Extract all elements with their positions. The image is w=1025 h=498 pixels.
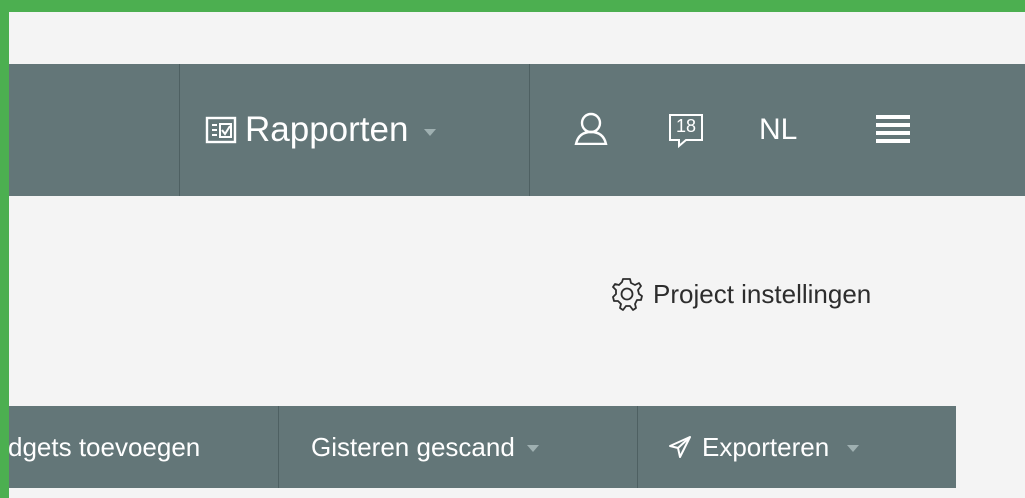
date-filter-dropdown[interactable]: Gisteren gescand [279, 406, 638, 488]
project-settings-link[interactable]: Project instellingen [609, 276, 871, 312]
export-label: Exporteren [702, 431, 830, 462]
dashboard-toolbar: dgets toevoegen Gisteren gescand Exporte… [9, 406, 956, 488]
user-profile-button[interactable] [569, 64, 613, 196]
calendar-icon: 18 [668, 112, 704, 148]
add-widgets-button[interactable]: dgets toevoegen [9, 406, 279, 488]
top-navigation-bar: Rapporten 18 NL [9, 64, 1025, 196]
calendar-button[interactable]: 18 [666, 64, 706, 196]
reports-menu-label: Rapporten [245, 110, 409, 149]
nav-divider [179, 64, 180, 196]
reports-menu[interactable]: Rapporten [205, 64, 437, 196]
language-selector[interactable]: NL [759, 64, 797, 196]
add-widgets-label: dgets toevoegen [9, 431, 201, 462]
gear-icon [609, 276, 645, 312]
paper-plane-icon [668, 435, 692, 459]
nav-divider [529, 64, 530, 196]
app-canvas: Rapporten 18 NL Project instellingen dge… [9, 12, 1025, 498]
date-filter-label: Gisteren gescand [311, 431, 515, 462]
hamburger-menu-icon [876, 113, 910, 148]
user-icon [573, 111, 609, 150]
chevron-down-icon [424, 128, 437, 136]
calendar-day-number: 18 [675, 116, 697, 136]
language-label: NL [759, 113, 798, 146]
main-menu-button[interactable] [875, 64, 911, 196]
chevron-down-icon [526, 445, 539, 452]
export-dropdown[interactable]: Exporteren [638, 406, 956, 488]
report-icon [205, 116, 237, 144]
project-settings-label: Project instellingen [653, 278, 872, 309]
chevron-down-icon [847, 445, 860, 452]
